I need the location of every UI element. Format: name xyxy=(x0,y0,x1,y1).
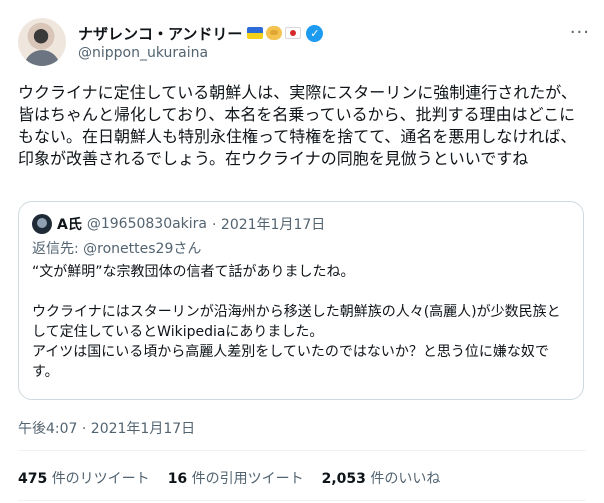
more-options-icon[interactable]: ··· xyxy=(570,22,590,43)
quoted-tweet-date: · 2021年1月17日 xyxy=(212,217,326,233)
japan-flag-icon xyxy=(285,27,302,39)
quoted-text-line: アイツは国にいる頃から高麗人差別をしていたのではないか？と思う位に嫌な奴です。 xyxy=(32,344,549,380)
handshake-icon xyxy=(266,26,283,40)
author-name-row[interactable]: ナザレンコ・アンドリー ✓ xyxy=(78,22,324,44)
divider xyxy=(18,500,586,501)
reply-mention[interactable]: @ronettes29さん xyxy=(83,241,201,257)
tweet-header: ナザレンコ・アンドリー ✓ @nippon_ukuraina ··· xyxy=(18,12,590,72)
quoted-text-line: ウクライナにはスターリンが沿海州から移送した朝鮮族の人々(高麗人)が少数民族とし… xyxy=(32,304,561,340)
quoted-tweet-header: A氏 @19650830akira · 2021年1月17日 xyxy=(32,214,325,234)
quoted-text-line: “文が鮮明”な宗教団体の信者て話がありましたね。 xyxy=(32,264,355,280)
divider xyxy=(18,450,586,451)
quoted-tweet[interactable]: A氏 @19650830akira · 2021年1月17日 返信先: @ron… xyxy=(18,201,584,400)
ukraine-flag-icon xyxy=(247,27,264,39)
tweet-text: ウクライナに定住している朝鮮人は、実際にスターリンに強制連行されたが、皆はちゃん… xyxy=(18,83,577,168)
likes-stat[interactable]: 2,053 件のいいね xyxy=(322,468,441,488)
quoted-author-avatar xyxy=(32,214,52,234)
reply-to-line: 返信先: @ronettes29さん xyxy=(32,238,201,258)
engagement-stats: 475 件のリツイート 16 件の引用ツイート 2,053 件のいいね xyxy=(18,468,440,488)
author-name[interactable]: ナザレンコ・アンドリー xyxy=(78,23,242,44)
author-avatar[interactable] xyxy=(18,18,66,66)
reply-prefix: 返信先: xyxy=(32,241,79,257)
quoted-author-name: A氏 xyxy=(57,217,82,233)
author-handle[interactable]: @nippon_ukuraina xyxy=(78,45,208,61)
retweets-stat[interactable]: 475 件のリツイート xyxy=(18,468,150,488)
quoted-author-handle: @19650830akira xyxy=(86,216,208,232)
quote-tweets-stat[interactable]: 16 件の引用ツイート xyxy=(168,468,304,488)
tweet-timestamp[interactable]: 午後4:07 · 2021年1月17日 xyxy=(18,418,195,438)
verified-icon: ✓ xyxy=(306,24,324,42)
quoted-tweet-text: “文が鮮明”な宗教団体の信者て話がありましたね。 ウクライナにはスターリンが沿海… xyxy=(32,262,572,382)
